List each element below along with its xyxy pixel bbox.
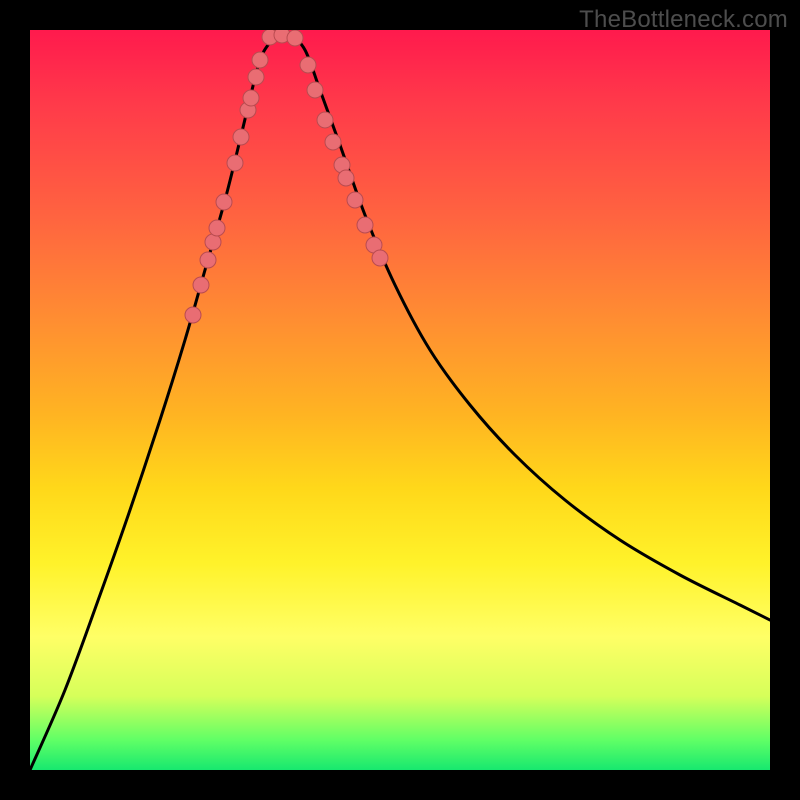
chart-svg [30,30,770,770]
curve-marker [338,170,354,186]
chart-frame [30,30,770,770]
curve-marker [248,69,264,85]
curve-marker [200,252,216,268]
curve-marker [185,307,201,323]
curve-marker [347,192,363,208]
curve-marker [317,112,333,128]
watermark-text: TheBottleneck.com [579,6,788,34]
bottleneck-curve [30,33,770,770]
curve-marker [252,52,268,68]
curve-marker [243,90,259,106]
curve-marker [307,82,323,98]
curve-marker [209,220,225,236]
curve-marker [325,134,341,150]
curve-marker [193,277,209,293]
curve-marker [287,30,303,46]
curve-marker [233,129,249,145]
curve-marker [205,234,221,250]
curve-markers [185,30,388,323]
curve-marker [216,194,232,210]
curve-marker [357,217,373,233]
curve-marker [300,57,316,73]
curve-marker [227,155,243,171]
curve-marker [372,250,388,266]
